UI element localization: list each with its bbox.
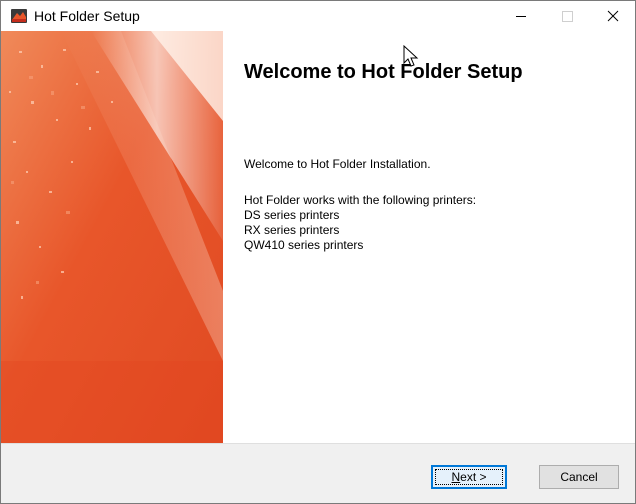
page-title: Welcome to Hot Folder Setup [244, 61, 523, 83]
close-button[interactable] [590, 1, 635, 31]
intro-text: Welcome to Hot Folder Installation. [244, 157, 431, 171]
close-icon [607, 10, 619, 22]
minimize-button[interactable] [498, 1, 544, 31]
maximize-icon [562, 11, 573, 22]
title-bar[interactable]: Hot Folder Setup [1, 1, 635, 31]
installer-app-icon [11, 9, 27, 23]
window-title: Hot Folder Setup [34, 8, 140, 24]
installer-window: Hot Folder Setup Welcome to Hot Folder S… [0, 0, 636, 504]
cancel-button[interactable]: Cancel [539, 465, 619, 489]
printers-intro-text: Hot Folder works with the following prin… [244, 193, 477, 207]
maximize-button[interactable] [544, 1, 590, 31]
setup-banner-image [1, 31, 223, 443]
printer-list-item: RX series printers [244, 223, 340, 237]
focus-rectangle [435, 469, 503, 485]
button-bar: Next > Cancel [1, 443, 635, 503]
content-panel: Welcome to Hot Folder Setup Welcome to H… [223, 31, 635, 443]
mouse-cursor-icon [403, 45, 419, 67]
printer-list-item: QW410 series printers [244, 238, 364, 252]
printer-list-item: DS series printers [244, 208, 340, 222]
next-button[interactable]: Next > [431, 465, 507, 489]
minimize-icon [516, 16, 526, 17]
